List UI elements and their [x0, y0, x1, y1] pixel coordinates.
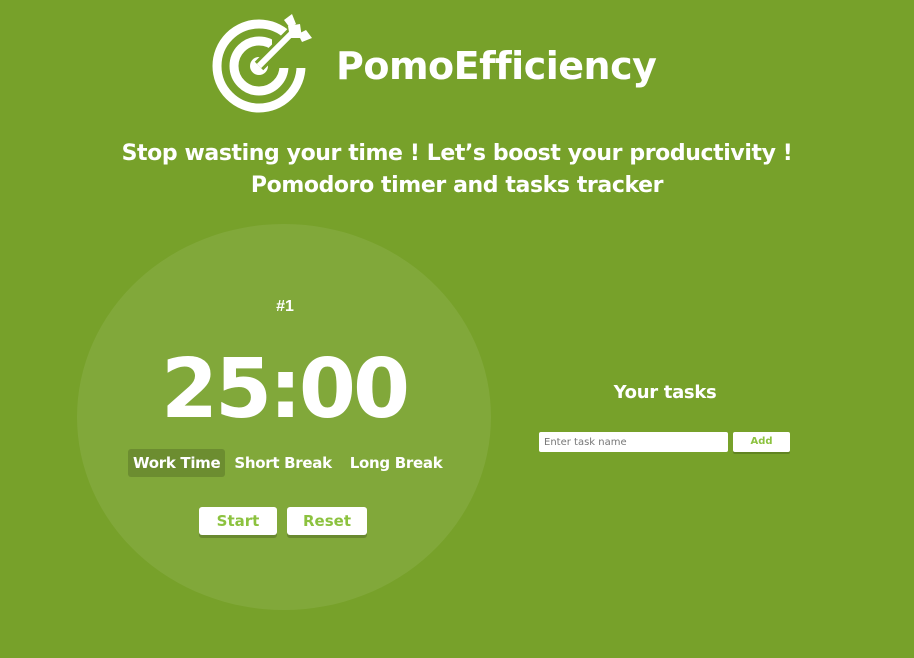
timer-display: 25:00 [160, 342, 410, 437]
tasks-title: Your tasks [613, 382, 717, 403]
timer-mode-tabs: Work Time Short Break Long Break [128, 449, 447, 477]
tab-short-break[interactable]: Short Break [229, 449, 336, 477]
session-count: #1 [276, 298, 294, 315]
add-task-button[interactable]: Add [733, 432, 790, 452]
target-arrow-icon [212, 14, 312, 113]
app-title: PomoEfficiency [336, 44, 657, 88]
tagline-line-1: Stop wasting your time ! Let’s boost you… [121, 141, 793, 166]
start-button[interactable]: Start [199, 507, 277, 535]
tagline: Stop wasting your time ! Let’s boost you… [0, 138, 914, 202]
tab-long-break[interactable]: Long Break [345, 449, 448, 477]
tab-work-time[interactable]: Work Time [128, 449, 226, 477]
reset-button[interactable]: Reset [287, 507, 367, 535]
task-name-input[interactable] [539, 432, 728, 452]
tagline-line-2: Pomodoro timer and tasks tracker [250, 173, 664, 198]
app-page: PomoEfficiency Stop wasting your time ! … [0, 0, 914, 658]
